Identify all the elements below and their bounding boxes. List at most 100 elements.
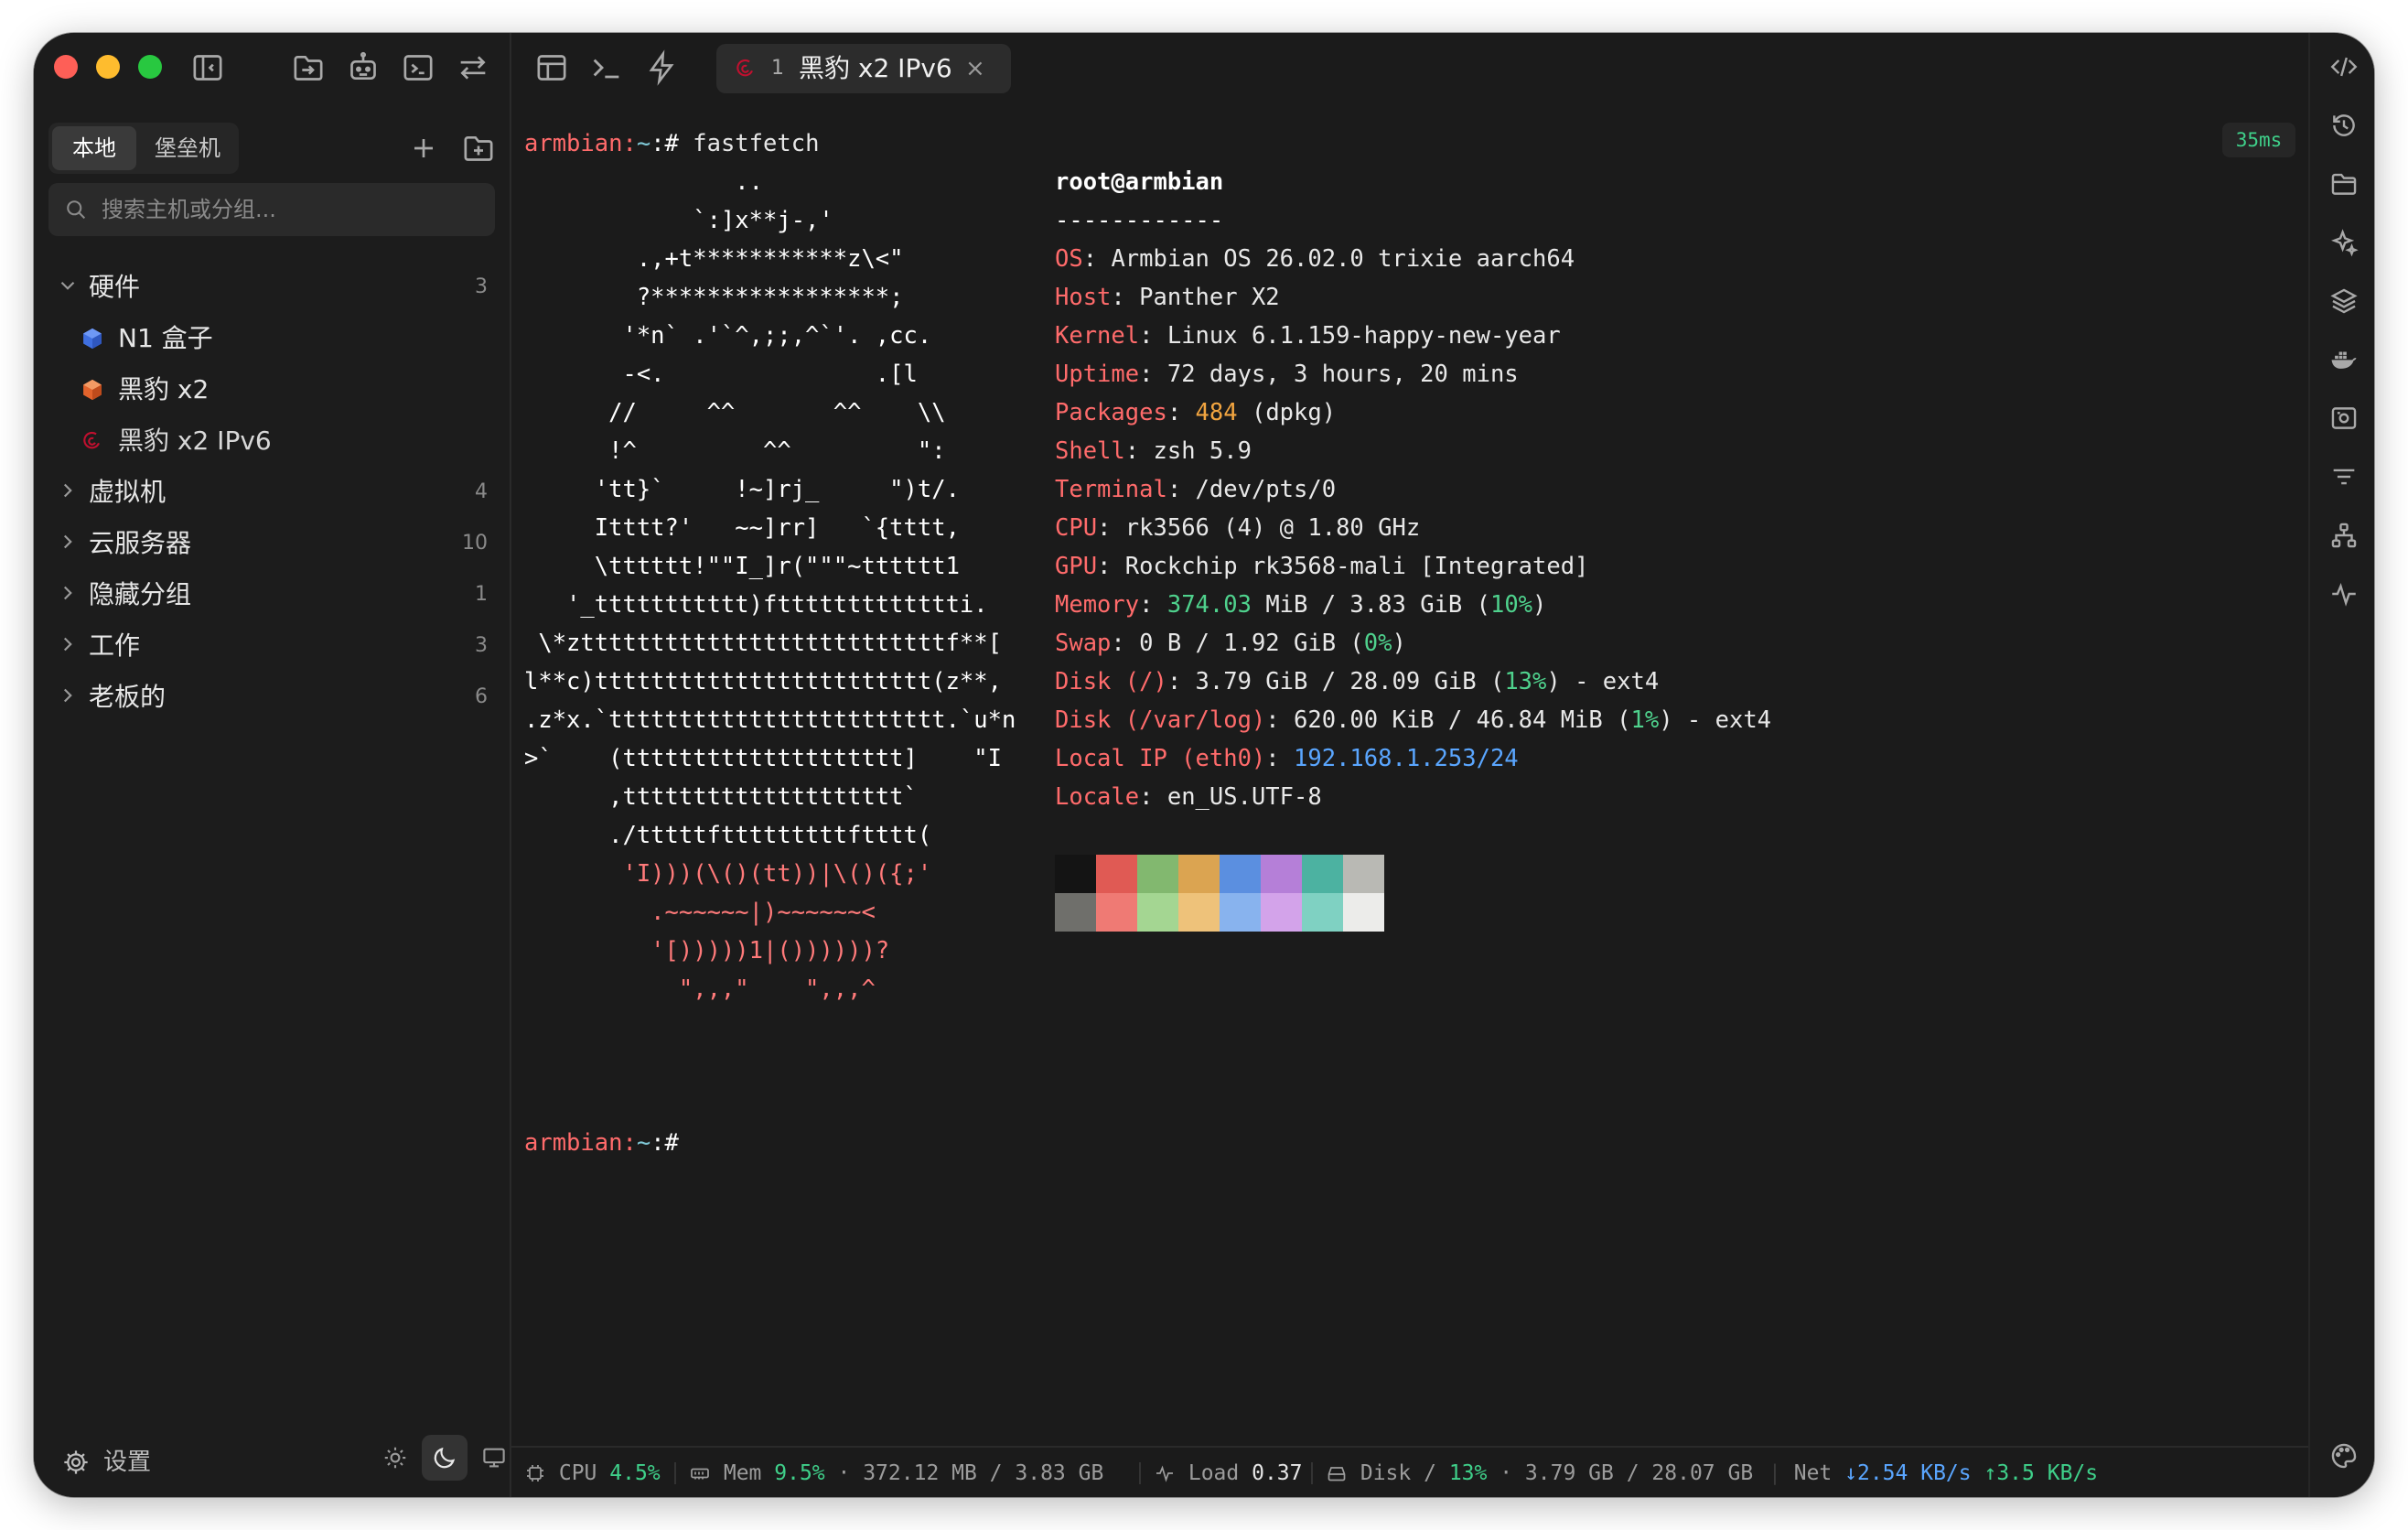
ascii-logo-line: -<. .[l [524,361,918,388]
info-key: Kernel [1055,322,1140,350]
close-window-button[interactable] [54,55,78,79]
host-label: N1 盒子 [118,323,213,353]
host-search[interactable]: 搜索主机或分组... [48,183,495,236]
prompt-path: ~ [636,130,651,157]
palette-swatch [1302,855,1343,893]
activity-icon [1156,1465,1173,1482]
memory-icon [691,1468,709,1480]
group-cloud[interactable]: 云服务器 10 [34,519,510,568]
tab-panther-x2-ipv6[interactable]: 1 黑豹 x2 IPv6 × [716,44,1011,93]
group-count: 3 [475,275,488,298]
right-toolbar [2308,33,2374,1497]
tab-title: 黑豹 x2 IPv6 [799,53,952,83]
sidebar-toggle-icon[interactable] [189,49,226,86]
connect-folder-icon[interactable] [290,49,327,86]
theme-light-button[interactable] [372,1435,418,1481]
layout-icon[interactable] [533,49,570,86]
group-label: 虚拟机 [89,477,167,507]
theme-system-button[interactable] [471,1435,517,1481]
info-row: Disk (/): 3.79 GiB / 28.09 GiB (13%) - e… [1055,668,1660,695]
host-item-panther-x2-ipv6[interactable]: 黑豹 x2 IPv6 [34,416,510,466]
network-topology-icon[interactable] [2328,520,2360,551]
system-info: root@armbian ------------ OS: Armbian OS… [1055,163,1771,932]
ascii-logo-line: ",,," ",,,^ [524,975,876,1003]
ascii-logo-line: >` (tttttttttttttttttttt] "I [524,745,1002,772]
palette-swatch [1137,893,1178,932]
prompt-user: armbian [524,130,623,157]
activity-icon[interactable] [2328,578,2360,609]
chip-icon [527,1465,543,1482]
info-row: Host: Panther X2 [1055,284,1280,311]
ascii-logo-line: \*zttttttttttttttttttttttttttf**[ [524,630,1002,657]
info-key: Disk (/var/log) [1055,706,1266,734]
code-icon[interactable] [2328,51,2360,82]
prompt-line-current[interactable]: armbian:~:# [524,1124,2327,1162]
info-key: OS [1055,245,1083,273]
ascii-logo-line: \tttttt!""I_]r("""~tttttt1 [524,553,960,580]
info-row: Terminal: /dev/pts/0 [1055,476,1337,503]
info-list: OS: Armbian OS 26.02.0 trixie aarch64 Hos… [1055,240,1771,816]
disk-status: Disk / 13% · 3.79 GB / 28.07 GB [1326,1448,1753,1497]
gear-icon [64,1450,88,1474]
group-count: 1 [475,583,488,606]
divider [674,1462,676,1484]
palette-swatch [1096,855,1137,893]
group-count: 10 [462,532,488,555]
host-item-n1[interactable]: N1 盒子 [34,314,510,363]
segment-bastion[interactable]: 堡垒机 [140,126,235,170]
palette-swatch [1096,893,1137,932]
screenshot-icon[interactable] [2328,403,2360,434]
layers-icon[interactable] [2328,286,2360,317]
tab-close-button[interactable]: × [965,44,985,93]
terminal-output[interactable]: armbian:~:# fastfetch .. `:]x**j-,' .,+t… [524,124,2327,1387]
latency-badge: 35ms [2222,123,2295,157]
docker-icon[interactable] [2328,344,2360,375]
search-input[interactable]: 搜索主机或分组... [102,183,276,236]
chevron-right-icon [63,534,72,549]
add-host-icon[interactable] [405,130,442,167]
palette-swatch [1137,855,1178,893]
terminal-prompt-icon[interactable] [588,49,625,86]
group-hidden[interactable]: 隐藏分组 1 [34,570,510,620]
group-boss[interactable]: 老板的 6 [34,673,510,722]
settings-label: 设置 [103,1449,152,1476]
color-palette-top [1055,855,1771,893]
info-key: Swap [1055,630,1112,657]
host-item-panther-x2[interactable]: 黑豹 x2 [34,365,510,415]
group-work[interactable]: 工作 3 [34,621,510,671]
transfer-icon[interactable] [455,49,491,86]
monitor-icon [483,1448,505,1468]
info-row: OS: Armbian OS 26.02.0 trixie aarch64 [1055,245,1575,273]
info-row: Swap: 0 B / 1.92 GiB (0%) [1055,630,1406,657]
robot-icon[interactable] [345,49,382,86]
search-icon [67,200,86,220]
palette-swatch [1343,855,1384,893]
ascii-logo-line: ,tttttttttttttttttttt` [524,783,918,811]
info-key: CPU [1055,514,1098,542]
folder-icon[interactable] [2328,168,2360,199]
info-row: Locale: en_US.UTF-8 [1055,783,1322,811]
ascii-logo-line: '_ttttttttttt)fttttttttttttti. [524,591,988,619]
disk-detail: · 3.79 GB / 28.07 GB [1500,1461,1754,1485]
host-label: 黑豹 x2 [118,374,210,404]
sparkle-ai-icon[interactable] [2328,227,2360,258]
terminal-window-icon[interactable] [400,49,436,86]
maximize-window-button[interactable] [138,55,162,79]
palette-icon[interactable] [2328,1440,2360,1471]
lightning-icon[interactable] [643,49,680,86]
group-hardware[interactable]: 硬件 3 [34,263,510,312]
group-label: 云服务器 [89,528,192,558]
filter-icon[interactable] [2328,461,2360,492]
minimize-window-button[interactable] [96,55,120,79]
ascii-logo: .. `:]x**j-,' .,+t***********z\<" ?*****… [524,163,1016,1008]
theme-dark-button[interactable] [422,1435,468,1481]
host-source-segmented: 本地 堡垒机 [48,123,239,174]
segment-local[interactable]: 本地 [52,126,136,170]
load-value: 0.37 [1252,1461,1303,1485]
info-row: Memory: 374.03 MiB / 3.83 GiB (10%) [1055,591,1547,619]
hard-drive-icon [1328,1467,1346,1482]
history-icon[interactable] [2328,110,2360,141]
new-folder-icon[interactable] [460,130,497,167]
group-vm[interactable]: 虚拟机 4 [34,468,510,517]
ascii-logo-line: ?*****************; [524,284,904,311]
